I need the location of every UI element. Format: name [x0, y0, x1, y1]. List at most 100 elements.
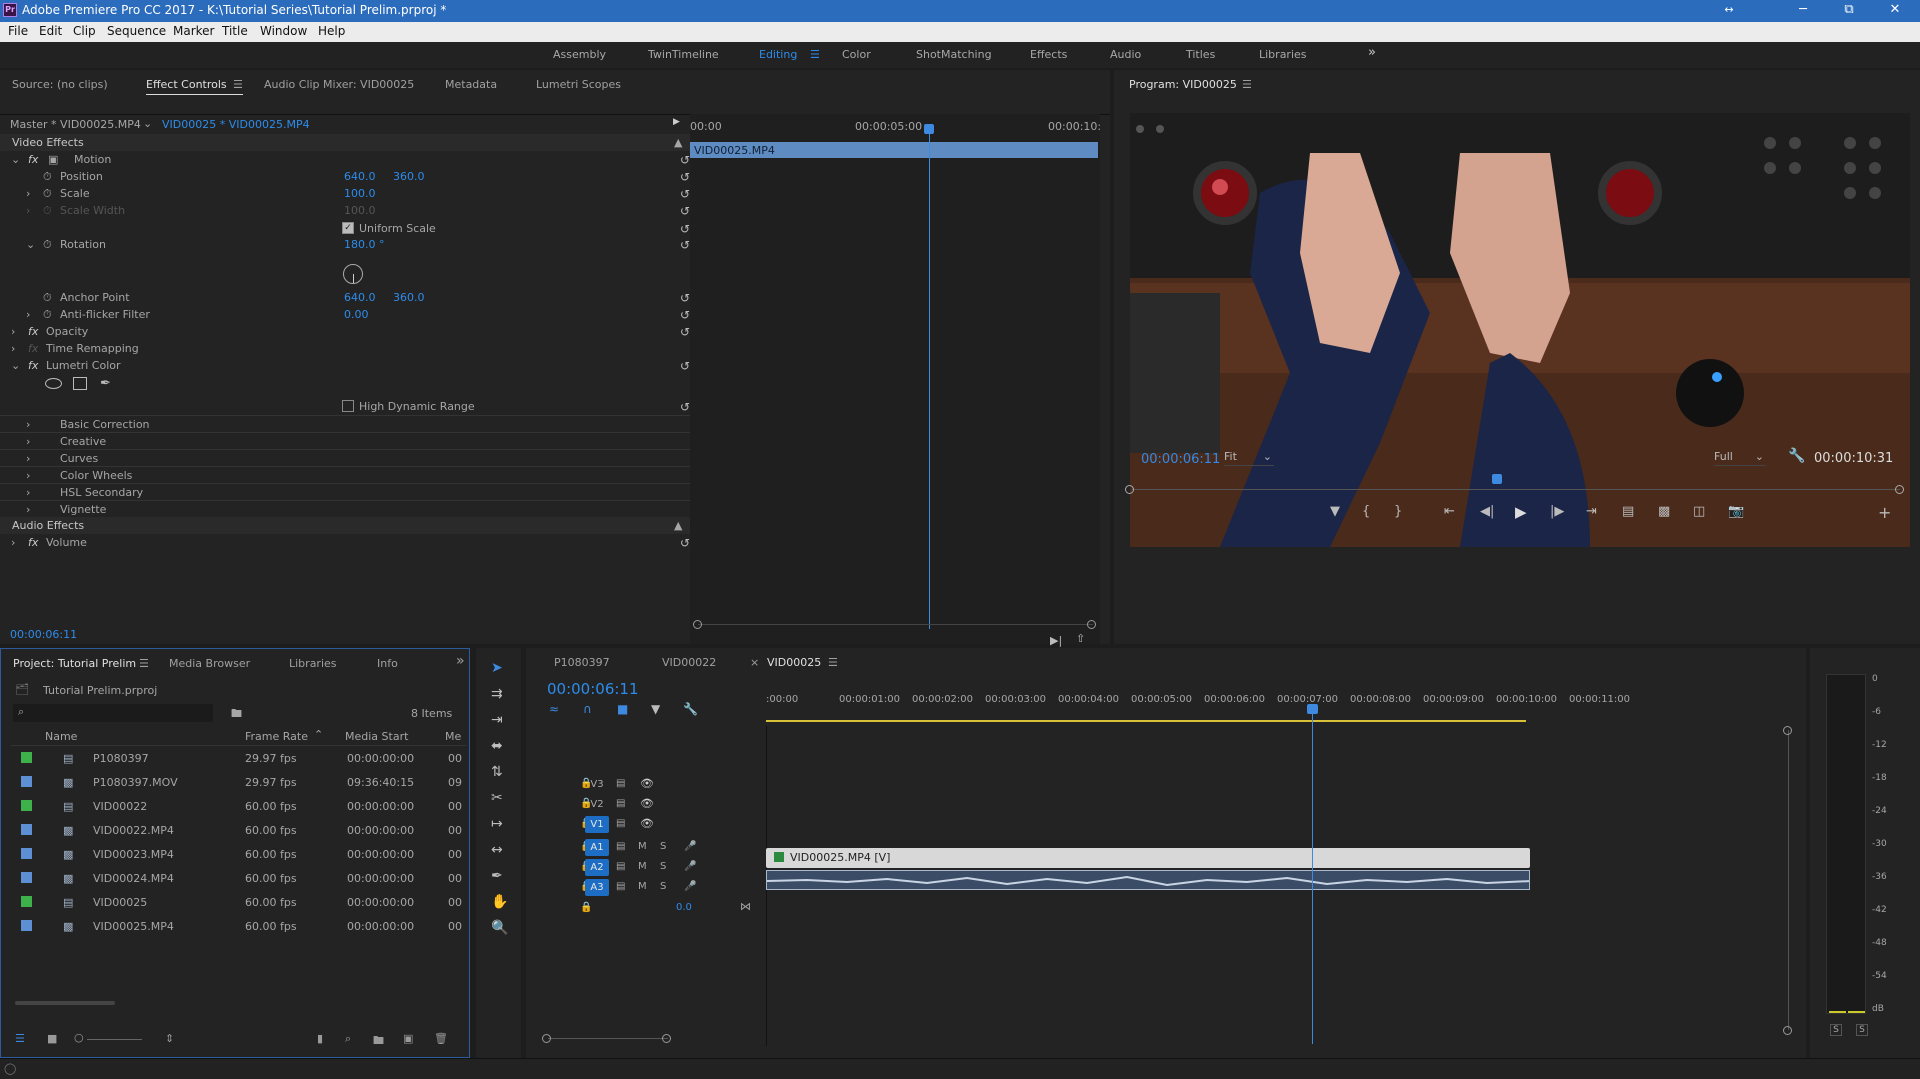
play-button[interactable]: ▶: [1515, 503, 1527, 521]
rolling-edit-tool-icon[interactable]: ⬌: [491, 738, 503, 754]
workspace-effects[interactable]: Effects: [1030, 48, 1067, 61]
tab-source[interactable]: Source: (no clips): [12, 78, 108, 91]
project-row[interactable]: ▩ P1080397.MOV 29.97 fps 09:36:40:15 09: [11, 773, 462, 793]
fx-icon[interactable]: fx: [28, 359, 38, 372]
selection-tool-icon[interactable]: ➤: [491, 660, 503, 676]
col-media-start[interactable]: Media Start: [345, 730, 408, 743]
export-frame-icon[interactable]: ▶|: [1050, 634, 1062, 647]
tab-sequence-p1080397[interactable]: P1080397: [554, 656, 610, 669]
label-color-swatch[interactable]: [21, 896, 32, 907]
lock-icon[interactable]: 🔒: [580, 902, 592, 913]
panel-menu-icon[interactable]: ☰: [139, 657, 149, 670]
track-label-a1[interactable]: A1: [585, 839, 609, 856]
icon-view-icon[interactable]: ■: [47, 1032, 57, 1045]
sync-lock-icon[interactable]: ▤: [616, 861, 625, 872]
effect-controls-timecode[interactable]: 00:00:06:11: [10, 628, 77, 641]
new-item-icon[interactable]: ▣: [403, 1032, 413, 1045]
chevron-down-icon[interactable]: ⌄: [143, 117, 152, 130]
menu-file[interactable]: File: [8, 24, 28, 38]
ellipse-mask-icon[interactable]: [45, 378, 62, 389]
mark-out-icon[interactable]: }: [1394, 504, 1402, 519]
menu-help[interactable]: Help: [318, 24, 345, 38]
rate-stretch-tool-icon[interactable]: ⇅: [491, 764, 503, 780]
slip-tool-icon[interactable]: ↦: [491, 816, 503, 832]
menu-title[interactable]: Title: [222, 24, 248, 38]
reset-volume-icon[interactable]: ↺: [680, 536, 690, 550]
new-bin-icon[interactable]: 🖿: [373, 1032, 384, 1051]
reset-lumetri-icon[interactable]: ↺: [680, 359, 690, 373]
mic-icon[interactable]: 🎤: [684, 881, 696, 892]
mute-button[interactable]: M: [638, 861, 647, 872]
rotation-value[interactable]: 180.0 °: [344, 238, 385, 251]
expand-chevron-icon[interactable]: ›: [11, 536, 15, 549]
tab-project[interactable]: Project: Tutorial Prelim: [13, 657, 136, 670]
nest-icon[interactable]: ≈: [549, 702, 559, 716]
tab-audio-clip-mixer[interactable]: Audio Clip Mixer: VID00025: [264, 78, 414, 91]
extract-icon[interactable]: ▩: [1658, 504, 1670, 519]
lift-icon[interactable]: ▤: [1622, 504, 1634, 519]
program-scrub-bar[interactable]: [1132, 489, 1900, 490]
reset-scale-width-icon[interactable]: ↺: [680, 204, 690, 218]
rotation-dial[interactable]: [343, 264, 363, 284]
track-label-a2[interactable]: A2: [585, 859, 609, 876]
zoom-slider[interactable]: [87, 1039, 142, 1040]
go-to-in-icon[interactable]: ⇤: [1444, 504, 1455, 519]
reset-motion-icon[interactable]: ↺: [680, 153, 690, 167]
expand-chevron-icon[interactable]: ›: [26, 418, 30, 431]
label-color-swatch[interactable]: [21, 920, 32, 931]
pen-tool-icon[interactable]: ✒: [491, 868, 503, 884]
lumetri-creative[interactable]: Creative: [60, 435, 106, 448]
menu-edit[interactable]: Edit: [39, 24, 62, 38]
timeline-timecode[interactable]: 00:00:06:11: [547, 680, 639, 698]
add-marker-icon[interactable]: ▼: [1330, 504, 1340, 519]
timeline-vertical-scroll[interactable]: [1788, 730, 1789, 1030]
collapse-icon[interactable]: ▲: [674, 519, 682, 532]
timeline-vscroll-top[interactable]: [1783, 726, 1792, 735]
razor-tool-icon[interactable]: ✂: [491, 790, 503, 806]
expand-chevron-icon[interactable]: ›: [26, 469, 30, 482]
program-zoom-left[interactable]: [1125, 485, 1134, 494]
stopwatch-icon[interactable]: ⏱: [43, 187, 52, 201]
stopwatch-icon[interactable]: ⏱: [43, 308, 52, 322]
project-row[interactable]: ▤ VID00025 60.00 fps 00:00:00:00 00: [11, 893, 462, 913]
eye-icon[interactable]: 👁: [640, 777, 654, 790]
lumetri-basic-correction[interactable]: Basic Correction: [60, 418, 150, 431]
menu-marker[interactable]: Marker: [173, 24, 214, 38]
automate-sequence-icon[interactable]: ▮: [317, 1032, 323, 1045]
workspace-audio[interactable]: Audio: [1110, 48, 1141, 61]
resolution-dropdown[interactable]: Full ⌄: [1714, 450, 1766, 466]
project-row[interactable]: ▤ VID00022 60.00 fps 00:00:00:00 00: [11, 797, 462, 817]
anchor-y-value[interactable]: 360.0: [393, 291, 425, 304]
expand-chevron-icon[interactable]: ›: [26, 308, 30, 321]
solo-button[interactable]: S: [660, 841, 666, 852]
solo-right-button[interactable]: S: [1856, 1024, 1868, 1036]
track-select-tool-icon[interactable]: ⇉: [491, 686, 503, 702]
fx-icon[interactable]: fx: [28, 536, 38, 549]
list-view-icon[interactable]: ☰: [15, 1032, 25, 1045]
expand-chevron-icon[interactable]: ⌄: [26, 238, 35, 251]
workspace-libraries[interactable]: Libraries: [1259, 48, 1307, 61]
tab-media-browser[interactable]: Media Browser: [169, 657, 250, 670]
compare-view-icon[interactable]: ◫: [1693, 504, 1705, 519]
menu-sequence[interactable]: Sequence: [107, 24, 166, 38]
stopwatch-icon[interactable]: ⏱: [43, 238, 52, 252]
video-clip[interactable]: VID00025.MP4 [V]: [766, 848, 1530, 868]
timeline-playhead[interactable]: [1312, 704, 1313, 1044]
label-color-swatch[interactable]: [21, 872, 32, 883]
project-row[interactable]: ▤ P1080397 29.97 fps 00:00:00:00 00: [11, 749, 462, 769]
slide-tool-icon[interactable]: ↔: [491, 842, 503, 858]
col-media-end[interactable]: Me: [445, 730, 461, 743]
ec-zoom-handle-right[interactable]: [1087, 620, 1096, 629]
tab-lumetri-scopes[interactable]: Lumetri Scopes: [536, 78, 621, 91]
tab-metadata[interactable]: Metadata: [445, 78, 497, 91]
lumetri-color-wheels[interactable]: Color Wheels: [60, 469, 132, 482]
go-to-out-icon[interactable]: ⇥: [1586, 504, 1597, 519]
fx-icon[interactable]: fx: [28, 325, 38, 338]
minimize-button[interactable]: ─: [1780, 0, 1826, 22]
collapse-icon[interactable]: ▲: [674, 136, 682, 149]
expand-chevron-icon[interactable]: ›: [11, 342, 15, 355]
lumetri-hsl-secondary[interactable]: HSL Secondary: [60, 486, 143, 499]
sort-ascending-icon[interactable]: ⌃: [314, 728, 323, 741]
mute-button[interactable]: M: [638, 841, 647, 852]
track-label-a3[interactable]: A3: [585, 879, 609, 896]
